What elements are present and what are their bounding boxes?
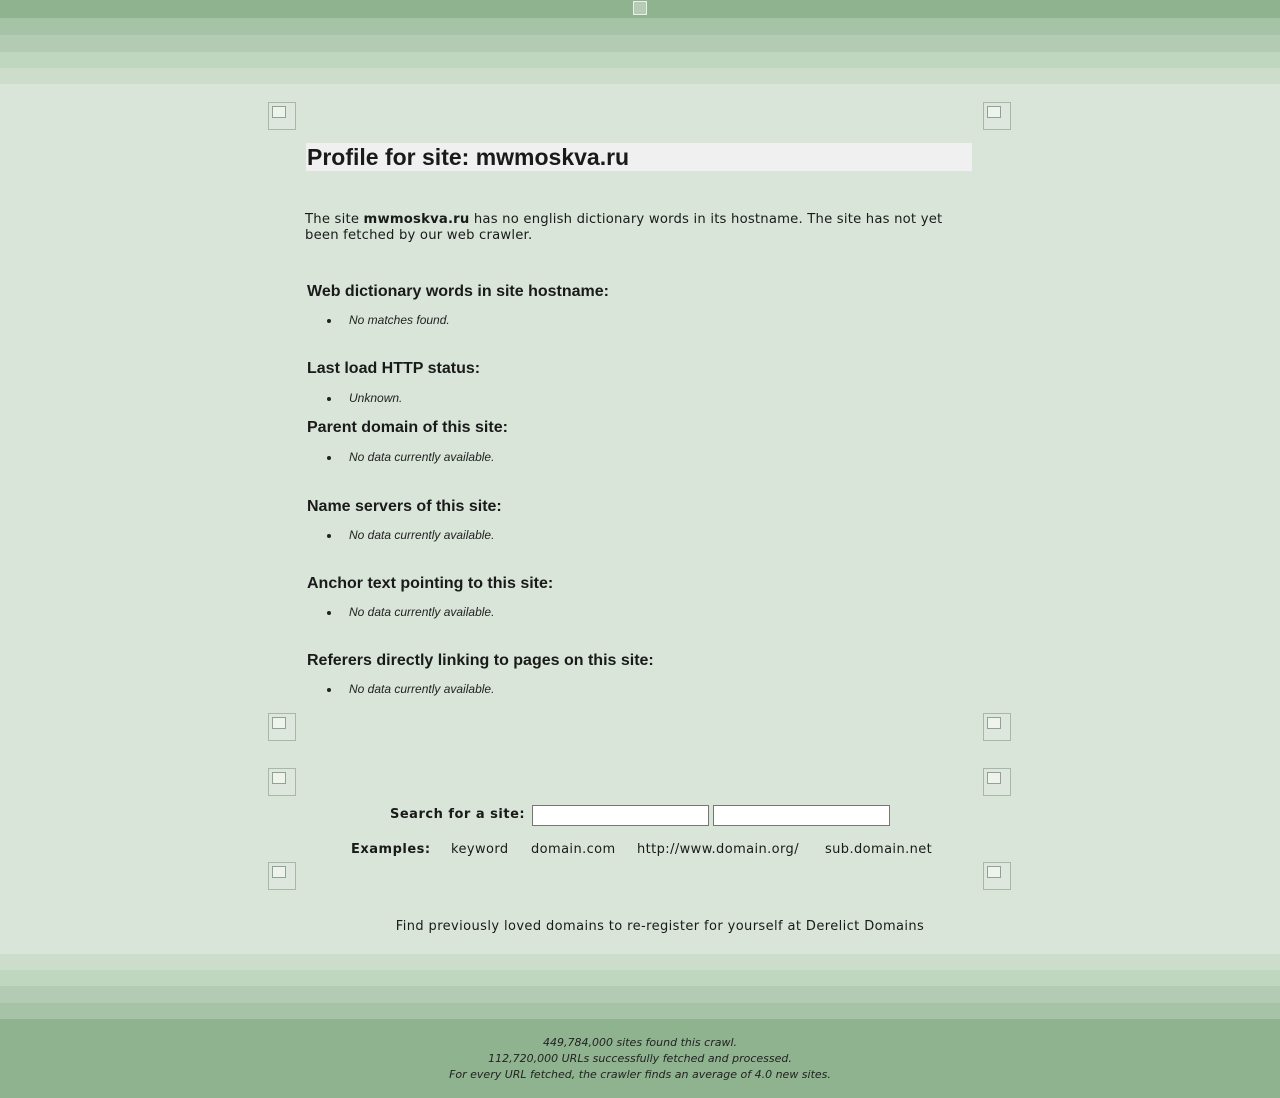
- corner-broken-image-icon: [268, 862, 296, 890]
- corner-broken-image-icon: [983, 862, 1011, 890]
- corner-broken-image-icon: [983, 102, 1011, 130]
- header-stripe: [0, 35, 1280, 52]
- footer-stripe: [0, 986, 1280, 1003]
- list-item-text: Unknown.: [349, 391, 403, 405]
- section-heading-parent-domain: Parent domain of this site:: [307, 419, 508, 436]
- list-item-text: No matches found.: [349, 313, 450, 327]
- bullet-dot: [327, 611, 331, 615]
- crawl-stats-urls: 112,720,000 URLs successfully fetched an…: [488, 1052, 792, 1065]
- section-heading-dictionary-words: Web dictionary words in site hostname:: [307, 283, 609, 300]
- crawl-stats: 449,784,000 sites found this crawl. 112,…: [0, 1035, 1280, 1083]
- intro-text: The site mwmoskva.ru has no english dict…: [305, 212, 975, 244]
- crawl-stats-sites: 449,784,000 sites found this crawl.: [542, 1036, 738, 1049]
- list-item: No data currently available.: [327, 528, 494, 542]
- crawl-stats-average: For every URL fetched, the crawler finds…: [449, 1068, 831, 1081]
- list-item: No data currently available.: [327, 682, 494, 696]
- example-link-domain[interactable]: domain.com: [531, 842, 616, 857]
- footer-stripe: [0, 1003, 1280, 1019]
- section-heading-http-status: Last load HTTP status:: [307, 360, 481, 377]
- examples-label: Examples:: [351, 842, 431, 857]
- footer-stripe: [0, 954, 1280, 970]
- page-title: Profile for site: mwmoskva.ru: [307, 144, 630, 170]
- bullet-dot: [327, 319, 331, 323]
- derelict-domains-promo[interactable]: Find previously loved domains to re-regi…: [0, 919, 1280, 934]
- section-heading-anchor-text: Anchor text pointing to this site:: [307, 575, 554, 592]
- footer-stripe: [0, 970, 1280, 986]
- example-link-subdomain[interactable]: sub.domain.net: [825, 842, 932, 857]
- bullet-dot: [327, 534, 331, 538]
- list-item-text: No data currently available.: [349, 450, 495, 464]
- header-stripe: [0, 18, 1280, 35]
- list-item: No data currently available.: [327, 605, 494, 619]
- list-item: No matches found.: [327, 313, 450, 327]
- intro-text-before: The site: [305, 212, 364, 227]
- list-item-text: No data currently available.: [349, 605, 495, 619]
- example-link-url[interactable]: http://www.domain.org/: [637, 842, 799, 857]
- corner-broken-image-icon: [983, 768, 1011, 796]
- header-stripe: [0, 68, 1280, 84]
- list-item: No data currently available.: [327, 450, 494, 464]
- list-item-text: No data currently available.: [349, 682, 495, 696]
- search-input-secondary[interactable]: [713, 805, 890, 826]
- corner-broken-image-icon: [268, 713, 296, 741]
- section-heading-name-servers: Name servers of this site:: [307, 498, 502, 515]
- corner-broken-image-icon: [983, 713, 1011, 741]
- list-item: Unknown.: [327, 391, 402, 405]
- header-stripe: [0, 52, 1280, 68]
- example-link-keyword[interactable]: keyword: [451, 842, 509, 857]
- header-logo-broken-image-icon: [633, 1, 647, 15]
- list-item-text: No data currently available.: [349, 528, 495, 542]
- corner-broken-image-icon: [268, 102, 296, 130]
- search-label: Search for a site:: [390, 807, 526, 822]
- bullet-dot: [327, 397, 331, 401]
- section-heading-referers: Referers directly linking to pages on th…: [307, 652, 654, 669]
- intro-site-name: mwmoskva.ru: [363, 212, 470, 227]
- bullet-dot: [327, 688, 331, 692]
- bullet-dot: [327, 456, 331, 460]
- corner-broken-image-icon: [268, 768, 296, 796]
- search-input[interactable]: [532, 805, 709, 826]
